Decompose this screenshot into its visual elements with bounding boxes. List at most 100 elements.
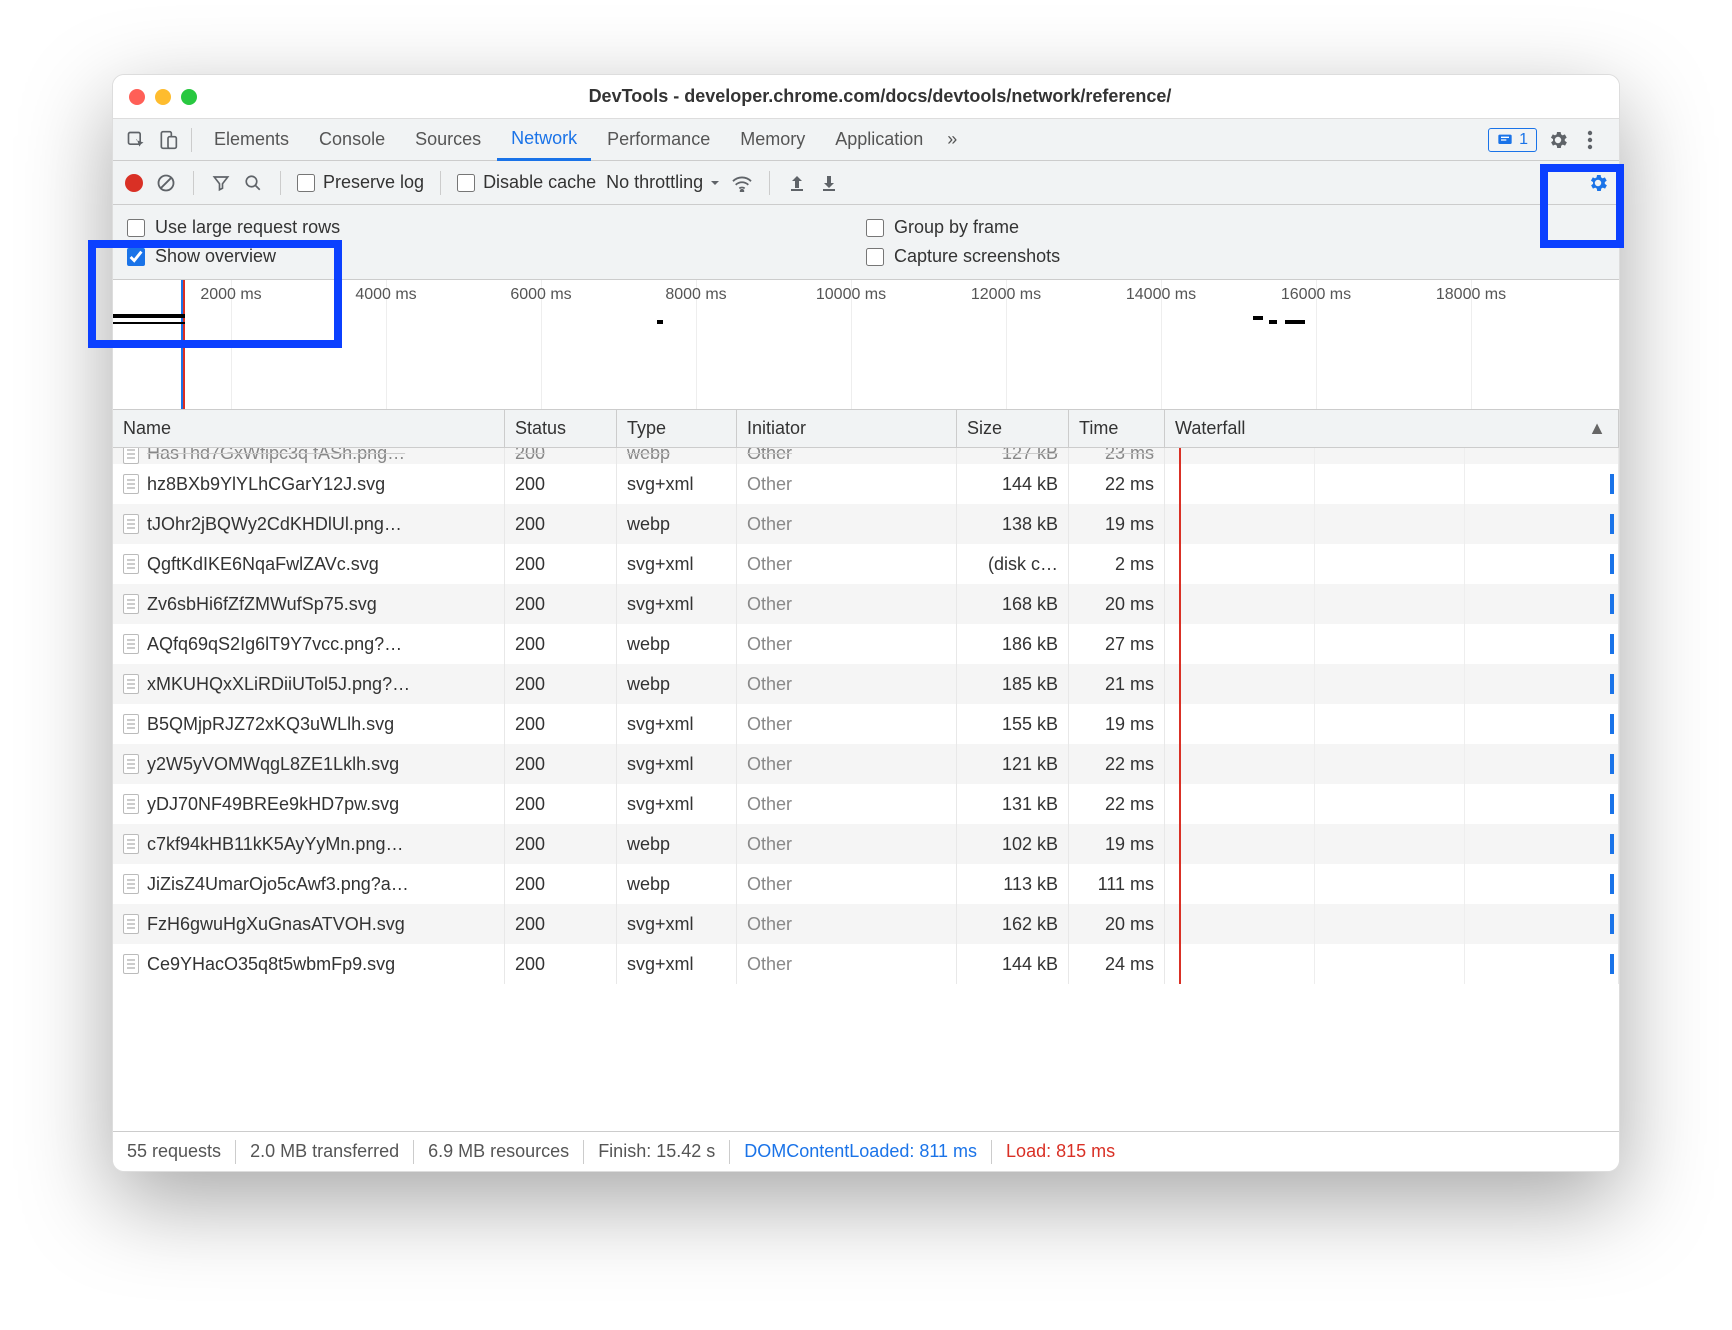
request-status: 200 xyxy=(505,904,617,944)
tab-performance[interactable]: Performance xyxy=(593,119,724,161)
sb-transferred: 2.0 MB transferred xyxy=(236,1140,414,1164)
table-row[interactable]: QgftKdIKE6NqaFwlZAVc.svg200svg+xmlOther(… xyxy=(113,544,1619,584)
request-time: 19 ms xyxy=(1069,704,1165,744)
col-size[interactable]: Size xyxy=(957,410,1069,447)
request-size: 185 kB xyxy=(957,664,1069,704)
kebab-menu-icon[interactable] xyxy=(1579,129,1601,151)
tick: 18000 ms xyxy=(1436,286,1506,304)
request-size: 131 kB xyxy=(957,784,1069,824)
table-row[interactable]: yDJ70NF49BREe9kHD7pw.svg200svg+xmlOther1… xyxy=(113,784,1619,824)
request-status: 200 xyxy=(505,544,617,584)
show-overview-label: Show overview xyxy=(155,246,276,267)
request-waterfall xyxy=(1165,504,1619,544)
request-size: 121 kB xyxy=(957,744,1069,784)
network-table-header: Name Status Type Initiator Size Time Wat… xyxy=(113,410,1619,448)
tab-console[interactable]: Console xyxy=(305,119,399,161)
table-row[interactable]: tJOhr2jBQWy2CdKHDlUl.png…200webpOther138… xyxy=(113,504,1619,544)
screenshots-checkbox[interactable] xyxy=(866,248,884,266)
request-initiator: Other xyxy=(737,784,957,824)
request-type: svg+xml xyxy=(617,704,737,744)
file-icon xyxy=(123,594,139,614)
minimize-window-button[interactable] xyxy=(155,89,171,105)
show-overview-checkbox[interactable] xyxy=(127,248,145,266)
network-settings-gear-icon[interactable] xyxy=(1587,172,1609,194)
request-name: Ce9YHacO35q8t5wbmFp9.svg xyxy=(147,954,494,975)
dropdown-icon xyxy=(709,177,721,189)
request-waterfall xyxy=(1165,464,1619,504)
record-button[interactable] xyxy=(123,172,145,194)
divider xyxy=(280,171,281,195)
disable-cache-checkbox[interactable]: Disable cache xyxy=(457,172,596,193)
table-row[interactable]: xMKUHQxXLiRDiiUTol5J.png?…200webpOther18… xyxy=(113,664,1619,704)
table-row[interactable]: JiZisZ4UmarOjo5cAwf3.png?a…200webpOther1… xyxy=(113,864,1619,904)
table-row[interactable]: AQfq69qS2Ig6lT9Y7vcc.png?…200webpOther18… xyxy=(113,624,1619,664)
col-waterfall[interactable]: Waterfall ▲ xyxy=(1165,410,1619,447)
request-type: svg+xml xyxy=(617,744,737,784)
settings-gear-icon[interactable] xyxy=(1547,129,1569,151)
tab-sources[interactable]: Sources xyxy=(401,119,495,161)
request-name: hz8BXb9YlYLhCGarY12J.svg xyxy=(147,474,494,495)
large-rows-checkbox[interactable] xyxy=(127,219,145,237)
file-icon xyxy=(123,514,139,534)
col-time[interactable]: Time xyxy=(1069,410,1165,447)
request-time: 2 ms xyxy=(1069,544,1165,584)
maximize-window-button[interactable] xyxy=(181,89,197,105)
table-row[interactable]: Zv6sbHi6fZfZMWufSp75.svg200svg+xmlOther1… xyxy=(113,584,1619,624)
request-name: yDJ70NF49BREe9kHD7pw.svg xyxy=(147,794,494,815)
load-marker xyxy=(183,280,185,409)
table-row[interactable]: FzH6gwuHgXuGnasATVOH.svg200svg+xmlOther1… xyxy=(113,904,1619,944)
network-conditions-icon[interactable] xyxy=(731,172,753,194)
device-toggle-icon[interactable] xyxy=(153,125,183,155)
tab-memory[interactable]: Memory xyxy=(726,119,819,161)
col-status[interactable]: Status xyxy=(505,410,617,447)
col-name[interactable]: Name xyxy=(113,410,505,447)
table-row[interactable]: HasThd7GxWfipc3q fASh.png… 200 webp Othe… xyxy=(113,448,1619,464)
activity-marker xyxy=(1269,320,1277,324)
inspect-icon[interactable] xyxy=(121,125,151,155)
request-initiator: Other xyxy=(737,464,957,504)
request-initiator: Other xyxy=(737,624,957,664)
col-initiator[interactable]: Initiator xyxy=(737,410,957,447)
table-row[interactable]: c7kf94kHB11kK5AyYyMn.png…200webpOther102… xyxy=(113,824,1619,864)
preserve-log-checkbox[interactable]: Preserve log xyxy=(297,172,424,193)
request-name: Zv6sbHi6fZfZMWufSp75.svg xyxy=(147,594,494,615)
table-row[interactable]: hz8BXb9YlYLhCGarY12J.svg200svg+xmlOther1… xyxy=(113,464,1619,504)
tab-elements[interactable]: Elements xyxy=(200,119,303,161)
request-waterfall xyxy=(1165,904,1619,944)
filter-icon[interactable] xyxy=(210,172,232,194)
table-row[interactable]: y2W5yVOMWqgL8ZE1Lklh.svg200svg+xmlOther1… xyxy=(113,744,1619,784)
group-by-frame-checkbox[interactable] xyxy=(866,219,884,237)
disable-cache-input[interactable] xyxy=(457,174,475,192)
sb-dcl: DOMContentLoaded: 811 ms xyxy=(730,1140,992,1164)
divider xyxy=(193,171,194,195)
request-type: svg+xml xyxy=(617,544,737,584)
request-size: 113 kB xyxy=(957,864,1069,904)
request-size: 102 kB xyxy=(957,824,1069,864)
sb-load: Load: 815 ms xyxy=(992,1140,1129,1164)
preserve-log-input[interactable] xyxy=(297,174,315,192)
upload-har-icon[interactable] xyxy=(786,172,808,194)
tabs-overflow[interactable]: » xyxy=(939,119,965,161)
traffic-lights xyxy=(129,89,197,105)
tab-network[interactable]: Network xyxy=(497,119,591,161)
request-initiator: Other xyxy=(737,864,957,904)
col-type[interactable]: Type xyxy=(617,410,737,447)
throttling-select[interactable]: No throttling xyxy=(606,172,721,193)
download-har-icon[interactable] xyxy=(818,172,840,194)
request-initiator: Other xyxy=(737,664,957,704)
clear-icon[interactable] xyxy=(155,172,177,194)
request-name: c7kf94kHB11kK5AyYyMn.png… xyxy=(147,834,494,855)
sb-requests: 55 requests xyxy=(127,1140,236,1164)
table-row[interactable]: B5QMjpRJZ72xKQ3uWLlh.svg200svg+xmlOther1… xyxy=(113,704,1619,744)
issues-badge[interactable]: 1 xyxy=(1488,128,1537,152)
tick: 8000 ms xyxy=(665,286,726,304)
search-icon[interactable] xyxy=(242,172,264,194)
table-row[interactable]: Ce9YHacO35q8t5wbmFp9.svg200svg+xmlOther1… xyxy=(113,944,1619,984)
request-waterfall xyxy=(1165,664,1619,704)
sb-resources: 6.9 MB resources xyxy=(414,1140,584,1164)
network-toolbar: Preserve log Disable cache No throttling xyxy=(113,161,1619,205)
tab-application[interactable]: Application xyxy=(821,119,937,161)
close-window-button[interactable] xyxy=(129,89,145,105)
file-icon xyxy=(123,474,139,494)
overview-timeline[interactable]: 2000 ms 4000 ms 6000 ms 8000 ms 10000 ms… xyxy=(113,280,1619,410)
